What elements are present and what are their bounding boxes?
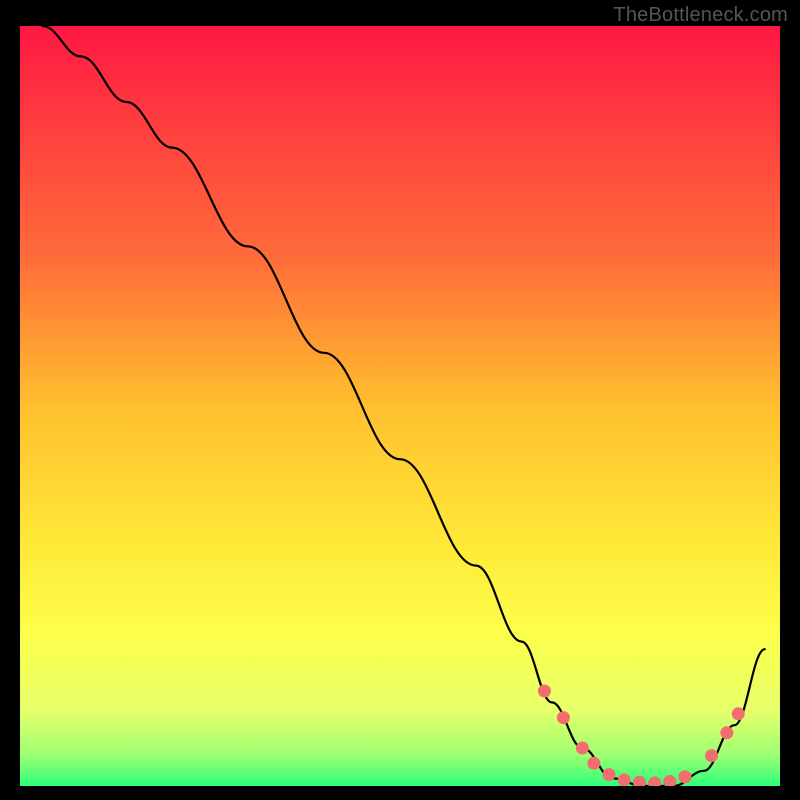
- curve-marker: [557, 711, 570, 724]
- attribution-label: TheBottleneck.com: [613, 4, 788, 27]
- chart-frame: TheBottleneck.com: [0, 0, 800, 800]
- curve-marker: [705, 749, 718, 762]
- curve-marker: [720, 726, 733, 739]
- curve-marker: [576, 742, 589, 755]
- curve-marker: [603, 768, 616, 781]
- curve-marker: [618, 773, 631, 786]
- bottleneck-curve-plot: [20, 26, 780, 786]
- curve-marker: [732, 707, 745, 720]
- curve-marker: [538, 685, 551, 698]
- gradient-background: [20, 26, 780, 786]
- curve-marker: [679, 770, 692, 783]
- curve-marker: [587, 757, 600, 770]
